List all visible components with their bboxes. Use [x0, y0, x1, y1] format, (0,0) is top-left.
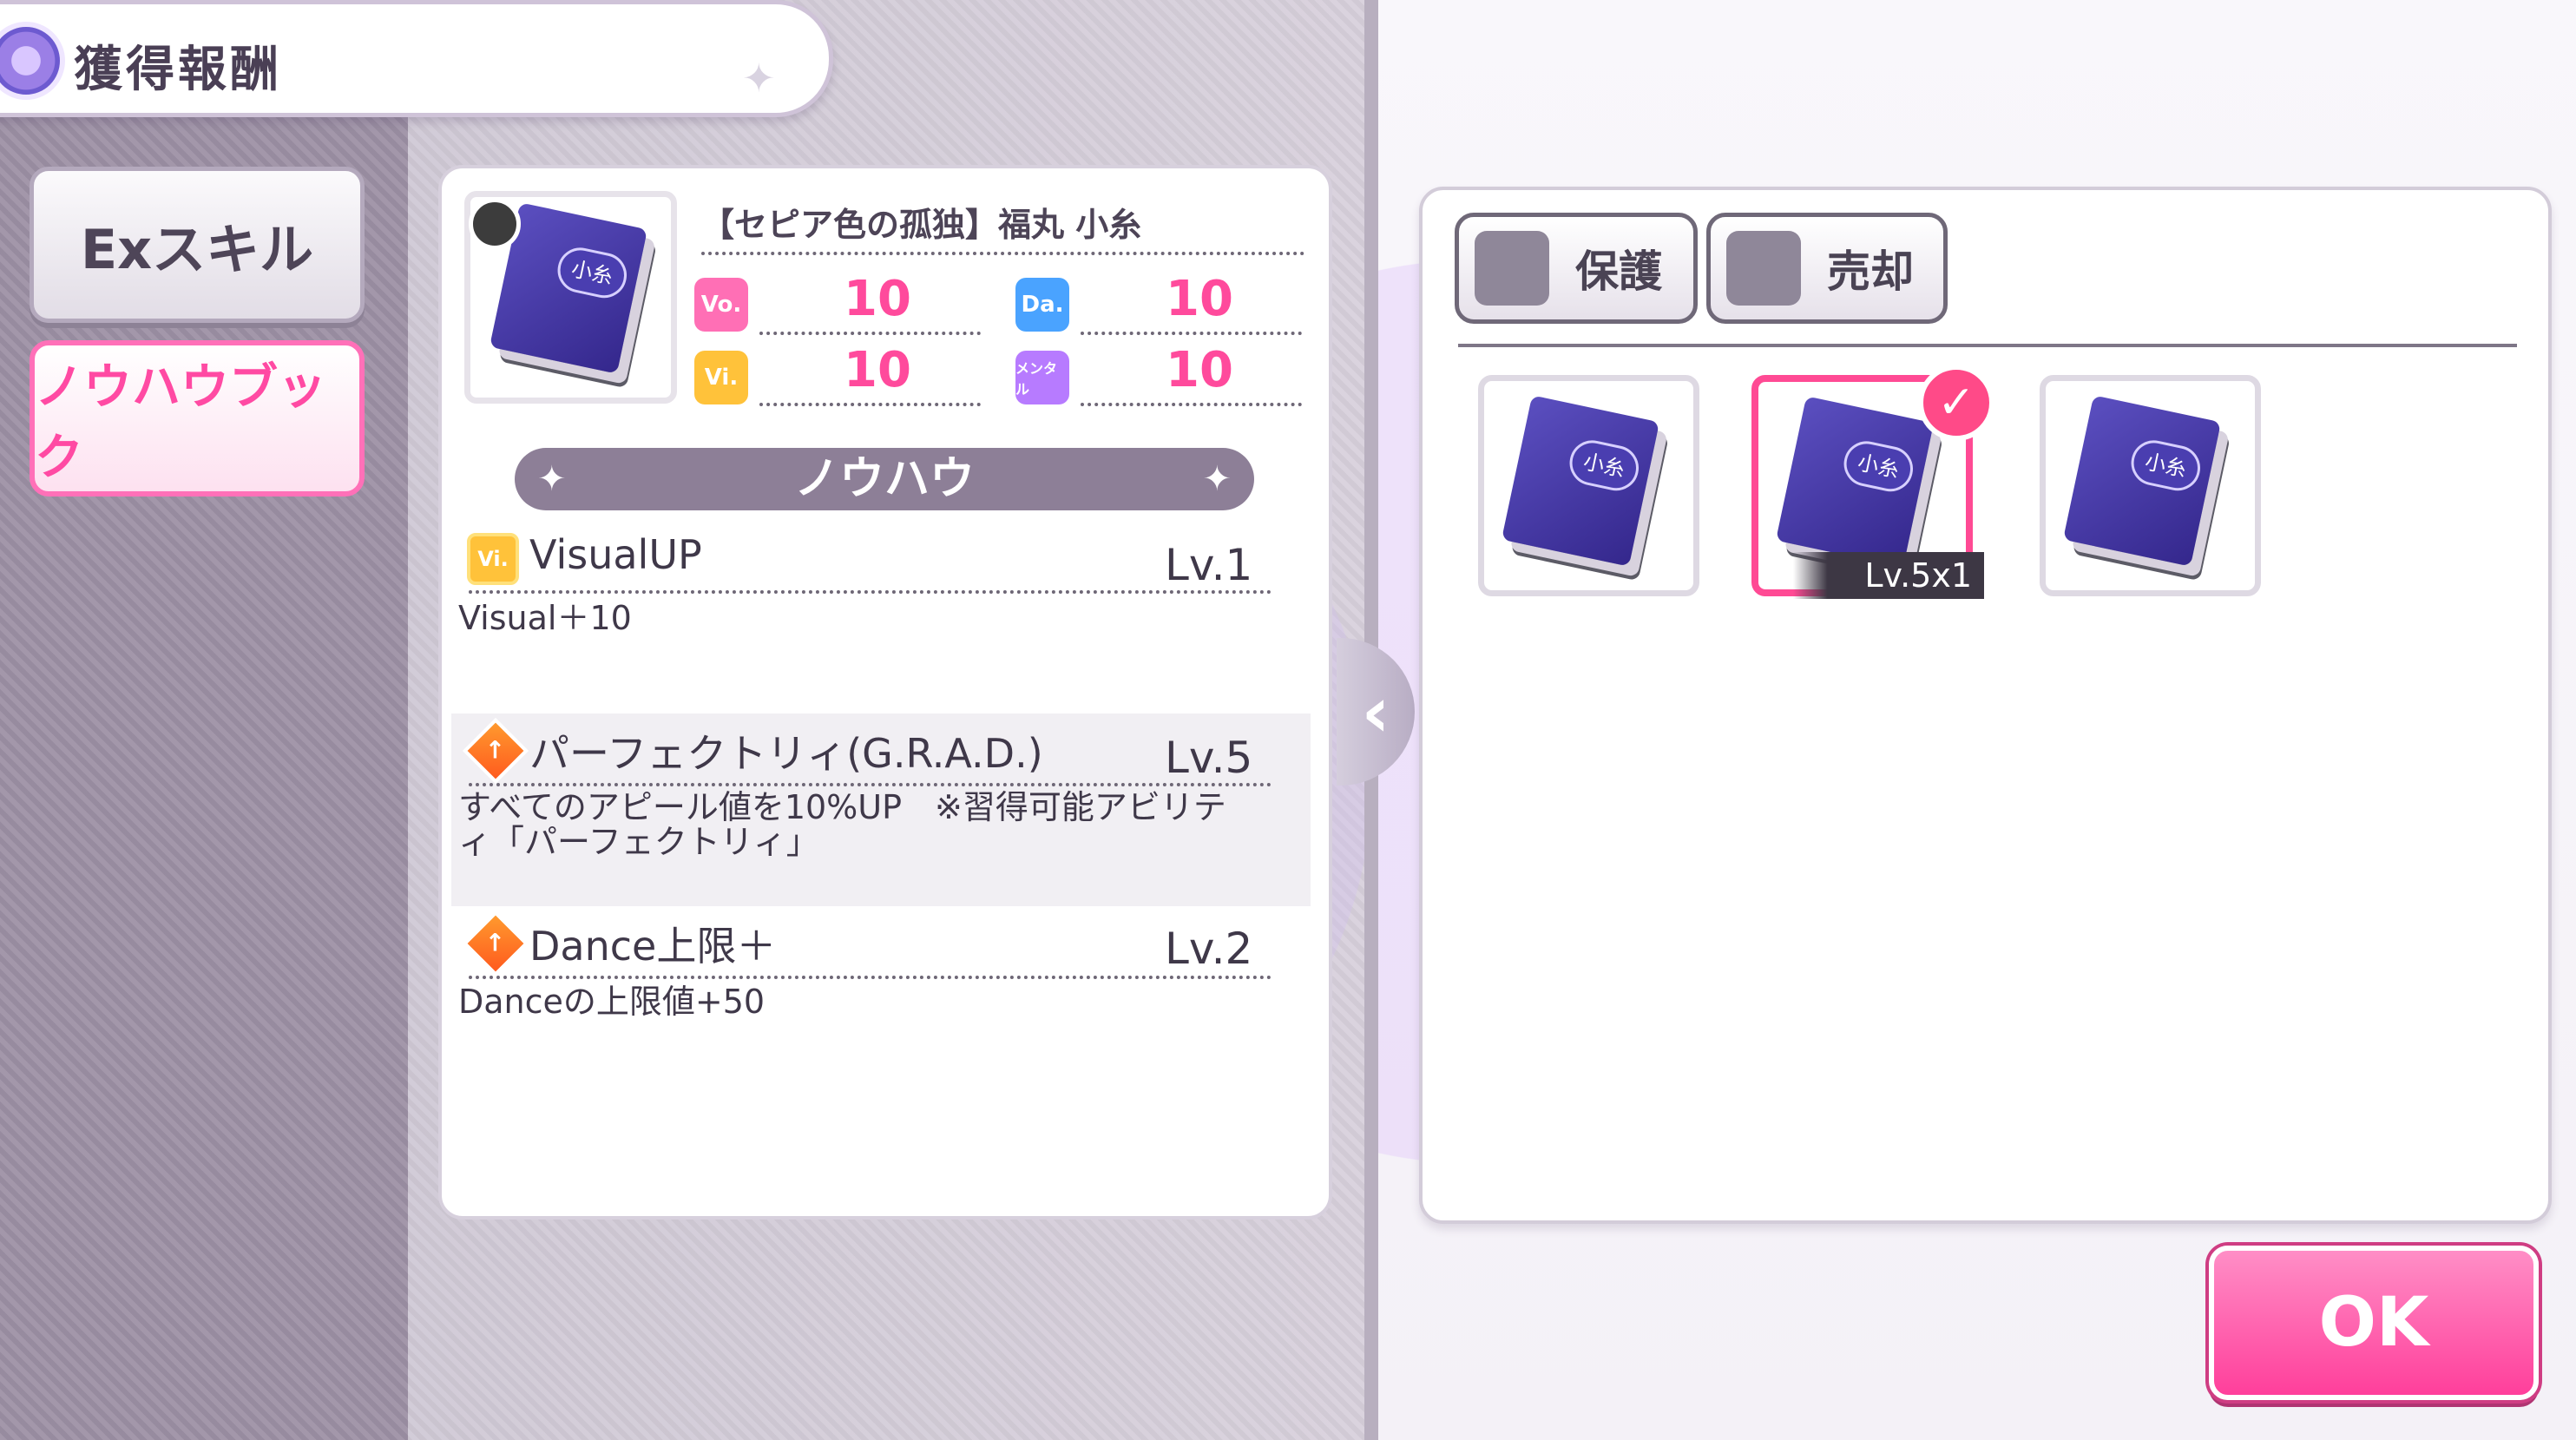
- skill-level: Lv.1: [1165, 540, 1253, 590]
- sparkle-icon: ✦: [1202, 459, 1232, 499]
- mental-icon: メンタル: [1015, 351, 1069, 404]
- header-bar: 獲得報酬 ✦: [0, 0, 833, 117]
- skill-description: すべてのアピール値を10%UP ※習得可能アビリティ「パーフェクトリィ」: [458, 788, 1226, 861]
- level-count-tag: Lv.5x1: [1793, 552, 1984, 599]
- skill-description: Visual＋10: [458, 599, 632, 637]
- item-name: 【セピア色の孤独】福丸 小糸: [701, 206, 1142, 244]
- protect-label: 保護: [1575, 247, 1662, 297]
- divider: [1081, 403, 1302, 406]
- reward-icon: [0, 22, 65, 100]
- sell-checkbox[interactable]: [1726, 231, 1801, 306]
- skill-name: パーフェクトリィ(G.R.A.D.): [529, 730, 1043, 777]
- section-title: ノウハウ: [793, 453, 975, 505]
- skill-level: Lv.5: [1165, 733, 1253, 783]
- page-title: 獲得報酬: [74, 42, 282, 98]
- divider: [759, 403, 981, 406]
- ok-button[interactable]: OK: [2209, 1246, 2539, 1400]
- book-icon: 小糸: [1775, 396, 1935, 568]
- item-slot[interactable]: 小糸: [1478, 375, 1699, 596]
- dance-icon: Da.: [1015, 278, 1069, 332]
- vocal-value: 10: [844, 271, 911, 327]
- divider: [759, 332, 981, 335]
- visual-icon: Vi.: [694, 351, 748, 404]
- sell-label: 売却: [1827, 247, 1914, 297]
- book-icon: 小糸: [1501, 395, 1660, 567]
- skill-name: Dance上限＋: [529, 923, 777, 970]
- mental-value: 10: [1166, 342, 1233, 398]
- divider: [469, 783, 1272, 786]
- skill-description: Danceの上限値+50: [458, 983, 766, 1021]
- protect-checkbox[interactable]: [1475, 231, 1549, 306]
- skill-name: VisualUP: [529, 531, 702, 578]
- protect-filter-button[interactable]: 保護: [1455, 213, 1698, 324]
- book-icon: 小糸: [2062, 395, 2222, 567]
- section-header: ✦ ノウハウ ✦: [515, 448, 1254, 510]
- divider: [701, 252, 1304, 255]
- visual-value: 10: [844, 342, 911, 398]
- item-slot[interactable]: 小糸: [2040, 375, 2261, 596]
- divider: [469, 590, 1272, 594]
- visual-icon: Vi.: [467, 533, 519, 585]
- divider: [469, 976, 1272, 979]
- tab-ex-skill[interactable]: Exスキル: [30, 167, 365, 323]
- sell-filter-button[interactable]: 売却: [1706, 213, 1948, 324]
- tab-knowhow-book[interactable]: ノウハウブック: [30, 340, 365, 496]
- vocal-icon: Vo.: [694, 278, 748, 332]
- bomb-icon: [469, 198, 521, 250]
- divider: [1081, 332, 1302, 335]
- sparkle-icon: ✦: [537, 459, 567, 499]
- divider: [1458, 344, 2517, 347]
- check-icon: ✓: [1918, 365, 1994, 441]
- item-list-panel: [1419, 187, 2552, 1224]
- sparkle-icon: ✦: [742, 55, 776, 102]
- skill-level: Lv.2: [1165, 924, 1253, 974]
- dance-value: 10: [1166, 271, 1233, 327]
- book-label: 小糸: [553, 243, 631, 303]
